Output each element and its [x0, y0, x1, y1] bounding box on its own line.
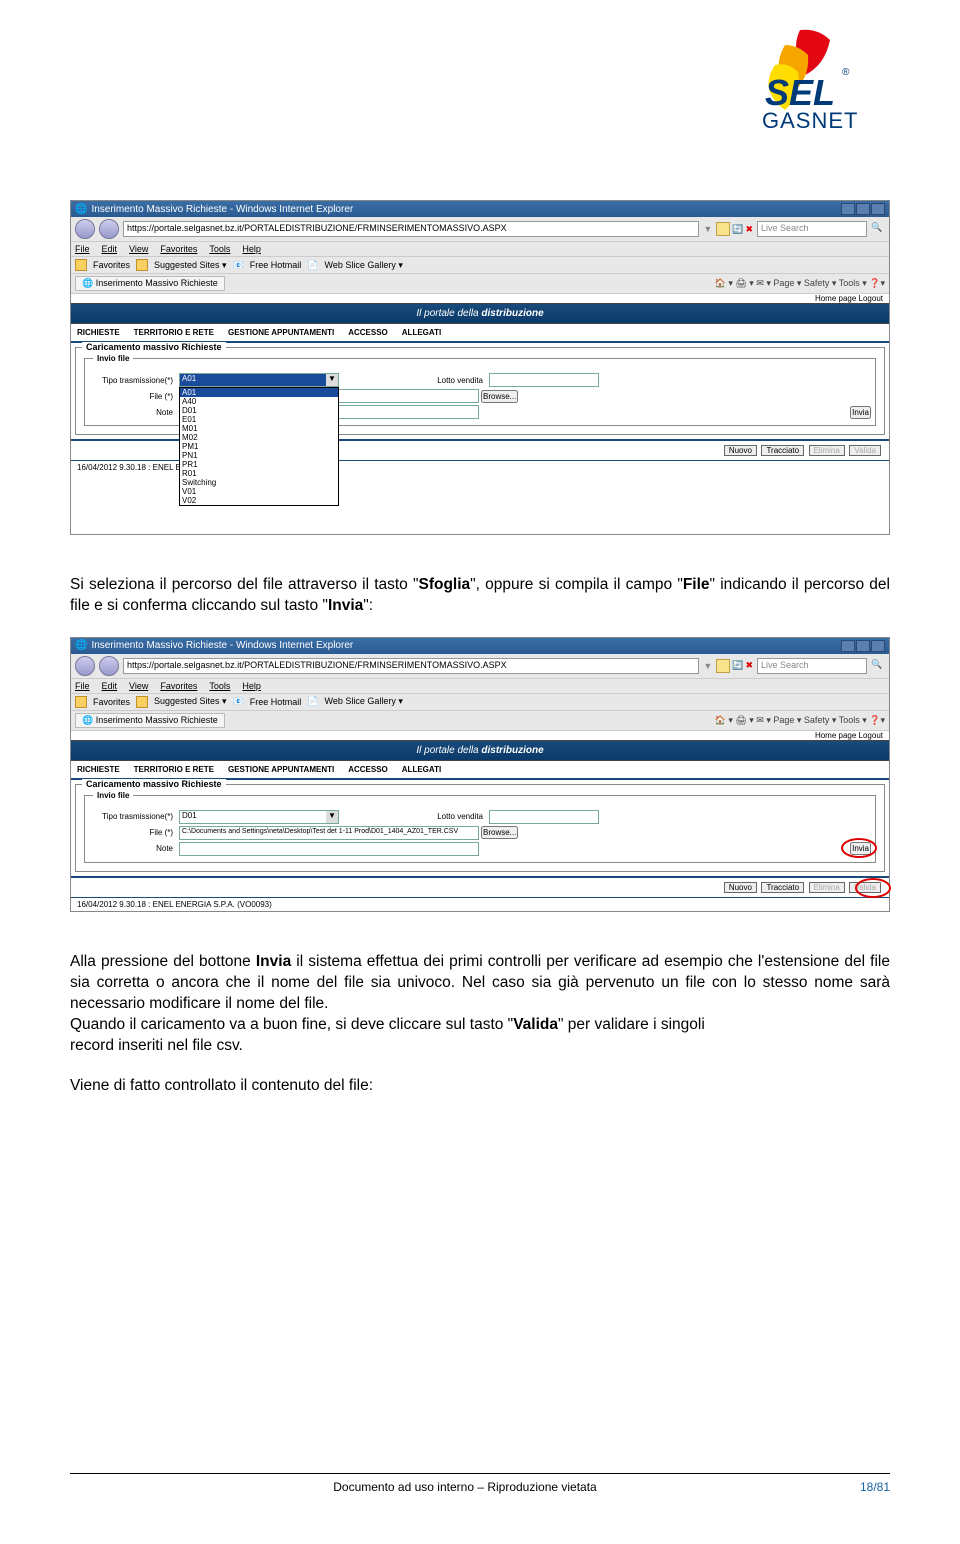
- tab-bar: 🌐 Inserimento Massivo Richieste 🏠 ▾ 🖨 ▾ …: [71, 711, 889, 731]
- url-field[interactable]: https://portale.selgasnet.bz.it/PORTALED…: [123, 658, 699, 674]
- caricamento-fieldset: Caricamento massivo Richieste Invio file…: [75, 347, 885, 435]
- tipo-select[interactable]: D01▼: [179, 810, 339, 824]
- invia-button[interactable]: Invia: [850, 406, 871, 419]
- browser-tab[interactable]: 🌐 Inserimento Massivo Richieste: [75, 713, 225, 728]
- file-label: File (*): [89, 392, 179, 401]
- valida-button[interactable]: Valida: [849, 445, 881, 456]
- browse-button[interactable]: Browse...: [481, 390, 518, 403]
- brand-logo: SEL ® GASNET: [730, 20, 890, 145]
- address-bar: https://portale.selgasnet.bz.it/PORTALED…: [71, 217, 889, 242]
- browser-menubar[interactable]: FileEditViewFavoritesToolsHelp: [71, 242, 889, 257]
- valida-button[interactable]: Valida: [849, 882, 881, 893]
- paragraph-2: Alla pressione del bottone Invia il sist…: [70, 952, 890, 1057]
- forward-button[interactable]: [99, 219, 119, 239]
- ie-icon: 🌐: [75, 640, 87, 651]
- tipo-label: Tipo trasmissione(*): [89, 376, 179, 385]
- window-controls[interactable]: [841, 640, 885, 652]
- nuovo-button[interactable]: Nuovo: [724, 882, 757, 893]
- suggested-icon[interactable]: [136, 696, 148, 708]
- tipo-label: Tipo trasmissione(*): [89, 812, 179, 821]
- elimina-button[interactable]: Elimina: [809, 445, 845, 456]
- page-footer: Documento ad uso interno – Riproduzione …: [70, 1473, 890, 1494]
- sel-gasnet-logo-icon: SEL ® GASNET: [730, 20, 890, 140]
- back-button[interactable]: [75, 219, 95, 239]
- browser-tab[interactable]: 🌐 Inserimento Massivo Richieste: [75, 276, 225, 291]
- lotto-field[interactable]: [489, 373, 599, 387]
- note-label: Note: [89, 408, 179, 417]
- address-bar: https://portale.selgasnet.bz.it/PORTALED…: [71, 654, 889, 679]
- paragraph-3: Viene di fatto controllato il contenuto …: [70, 1076, 890, 1097]
- favorites-star-icon[interactable]: [75, 259, 87, 271]
- page-number: 18/81: [860, 1480, 890, 1494]
- window-titlebar: 🌐 Inserimento Massivo Richieste - Window…: [71, 638, 889, 654]
- lotto-label: Lotto vendita: [339, 812, 489, 821]
- svg-text:®: ®: [842, 67, 850, 78]
- portal-header-links[interactable]: Home page Logout: [71, 731, 889, 740]
- favorites-bar: Favorites Suggested Sites ▾ 📧Free Hotmai…: [71, 694, 889, 711]
- footer-text: Documento ad uso interno – Riproduzione …: [333, 1480, 597, 1494]
- svg-text:GASNET: GASNET: [762, 108, 858, 133]
- favorites-bar: Favorites Suggested Sites ▾ 📧Free Hotmai…: [71, 257, 889, 274]
- back-button[interactable]: [75, 656, 95, 676]
- lock-icon: [716, 222, 730, 236]
- command-bar[interactable]: 🏠 ▾ 🖨 ▾ ✉ ▾ Page ▾ Safety ▾ Tools ▾ ❓▾: [715, 278, 885, 289]
- tipo-select[interactable]: A01▼: [179, 373, 339, 387]
- lock-icon: [716, 659, 730, 673]
- portal-nav[interactable]: RICHIESTETERRITORIO E RETEGESTIONE APPUN…: [71, 761, 889, 780]
- search-go-icon[interactable]: 🔍: [871, 659, 885, 673]
- search-go-icon[interactable]: 🔍: [871, 222, 885, 236]
- portal-header-links[interactable]: Home page Logout: [71, 294, 889, 303]
- browser-menubar[interactable]: FileEditViewFavoritesToolsHelp: [71, 679, 889, 694]
- invia-button[interactable]: Invia: [850, 842, 871, 855]
- command-bar[interactable]: 🏠 ▾ 🖨 ▾ ✉ ▾ Page ▾ Safety ▾ Tools ▾ ❓▾: [715, 715, 885, 726]
- tab-bar: 🌐 Inserimento Massivo Richieste 🏠 ▾ 🖨 ▾ …: [71, 274, 889, 294]
- elimina-button[interactable]: Elimina: [809, 882, 845, 893]
- tipo-dropdown-list[interactable]: A01 A40 D01 E01 M01 M02 PM1 PN1 PR1 R01 …: [179, 387, 339, 506]
- forward-button[interactable]: [99, 656, 119, 676]
- url-field[interactable]: https://portale.selgasnet.bz.it/PORTALED…: [123, 221, 699, 237]
- tracciato-button[interactable]: Tracciato: [761, 882, 804, 893]
- paragraph-1: Si seleziona il percorso del file attrav…: [70, 575, 890, 617]
- note-label: Note: [89, 844, 179, 853]
- invio-file-fieldset: Invio file Tipo trasmissione(*) D01▼ Lot…: [84, 795, 876, 863]
- window-controls[interactable]: [841, 203, 885, 215]
- caricamento-fieldset: Caricamento massivo Richieste Invio file…: [75, 784, 885, 872]
- search-input[interactable]: Live Search: [757, 658, 867, 674]
- ie-icon: 🌐: [75, 204, 87, 215]
- status-bar: 16/04/2012 9.30.18 : ENEL ENERGIA S.P.A.…: [71, 897, 889, 911]
- browse-button[interactable]: Browse...: [481, 826, 518, 839]
- portal-banner: Il portale della distribuzione: [71, 303, 889, 324]
- svg-text:SEL: SEL: [765, 72, 835, 113]
- action-buttons: Nuovo Tracciato Elimina Valida: [71, 878, 889, 897]
- nuovo-button[interactable]: Nuovo: [724, 445, 757, 456]
- search-input[interactable]: Live Search: [757, 221, 867, 237]
- window-title-text: Inserimento Massivo Richieste - Windows …: [91, 204, 353, 215]
- file-field[interactable]: C:\Documents and Settings\neta\Desktop\T…: [179, 826, 479, 840]
- lotto-label: Lotto vendita: [339, 376, 489, 385]
- screenshot-1: 🌐 Inserimento Massivo Richieste - Window…: [70, 200, 890, 535]
- invio-file-fieldset: Invio file Tipo trasmissione(*) A01▼ A01…: [84, 358, 876, 426]
- favorites-star-icon[interactable]: [75, 696, 87, 708]
- window-titlebar: 🌐 Inserimento Massivo Richieste - Window…: [71, 201, 889, 217]
- screenshot-2: 🌐 Inserimento Massivo Richieste - Window…: [70, 637, 890, 912]
- file-label: File (*): [89, 828, 179, 837]
- window-title-text: Inserimento Massivo Richieste - Windows …: [91, 640, 353, 651]
- suggested-icon[interactable]: [136, 259, 148, 271]
- note-field[interactable]: [179, 842, 479, 856]
- portal-nav[interactable]: RICHIESTETERRITORIO E RETEGESTIONE APPUN…: [71, 324, 889, 343]
- lotto-field[interactable]: [489, 810, 599, 824]
- tracciato-button[interactable]: Tracciato: [761, 445, 804, 456]
- portal-banner: Il portale della distribuzione: [71, 740, 889, 761]
